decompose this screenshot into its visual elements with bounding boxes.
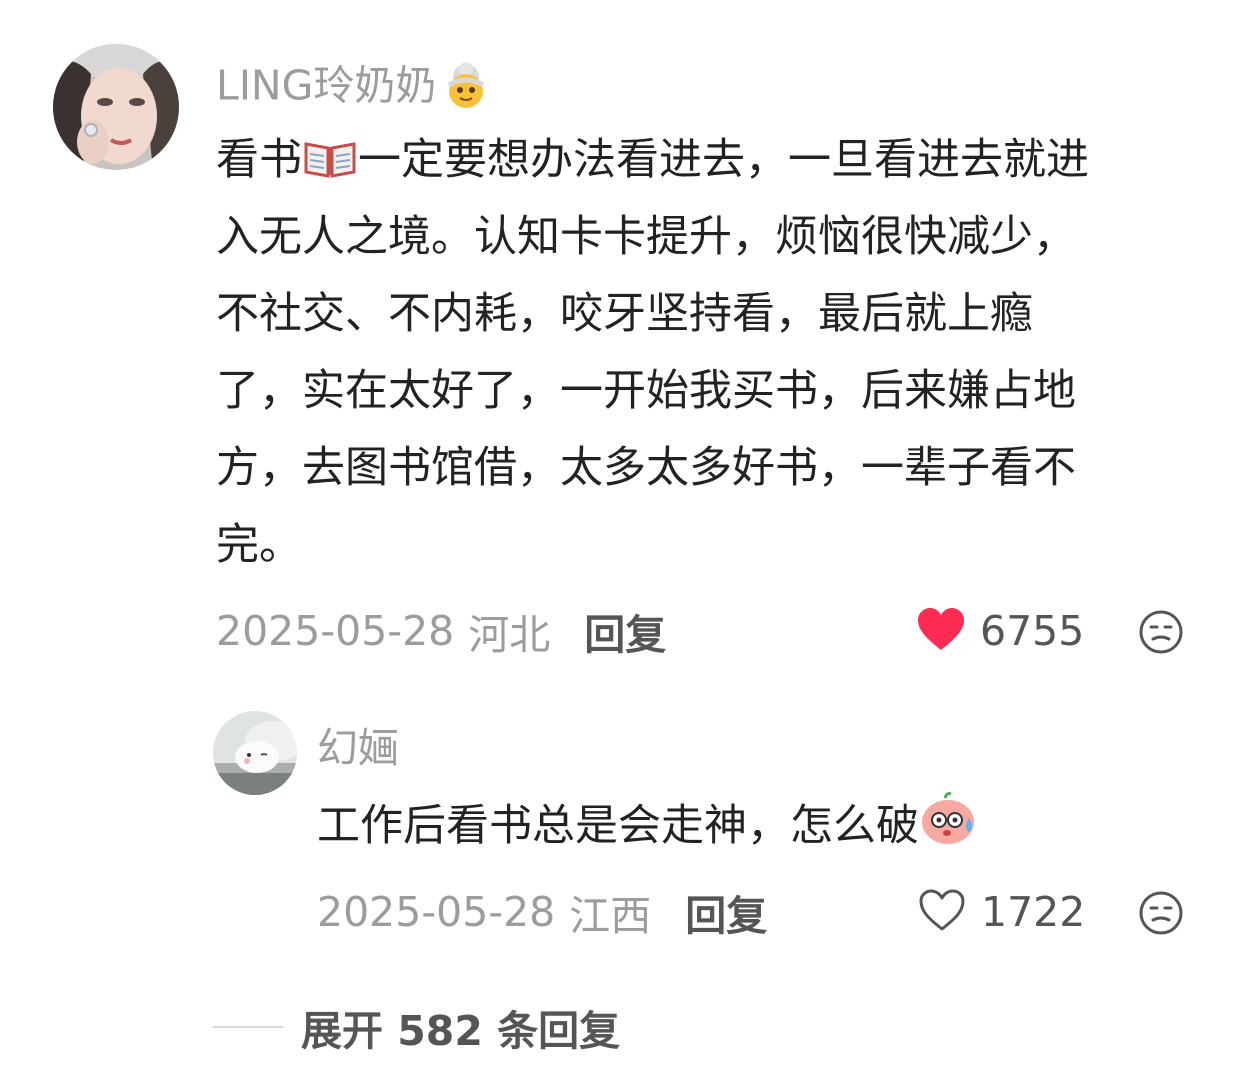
reply-meta-row: 2025-05-28 江西 回复 1722 xyxy=(317,887,1196,940)
reply-like-count: 1722 xyxy=(981,888,1086,936)
replier-avatar[interactable] xyxy=(213,711,297,795)
expand-divider xyxy=(213,1026,283,1028)
reply-location: 江西 xyxy=(569,892,652,940)
comment-line: 入无人之境。认知卡卡提升，烦恼很快减少， xyxy=(216,212,1076,262)
like-count: 6755 xyxy=(980,607,1085,655)
reply-body: 工作后看书总是会走神，怎么破 xyxy=(317,788,977,871)
comment-line: 不社交、不内耗，咬牙坚持看，最后就上瘾 xyxy=(216,289,1033,339)
comment-line: 方，去图书馆借，太多太多好书，一辈子看不 xyxy=(216,443,1076,493)
heart-filled-icon xyxy=(916,606,966,656)
sweating-face-emoji-icon xyxy=(919,790,977,871)
reply-body-text: 工作后看书总是会走神，怎么破 xyxy=(317,801,919,851)
reply-button[interactable]: 回复 xyxy=(584,601,666,661)
heart-outline-icon xyxy=(917,887,967,937)
commenter-username-text: LING玲奶奶 xyxy=(216,61,437,110)
comment-date: 2025-05-28 xyxy=(216,607,455,655)
comment-line: 完。 xyxy=(216,520,302,570)
commenter-username[interactable]: LING玲奶奶 xyxy=(216,59,492,118)
comment-line-text: 看书 xyxy=(216,135,302,185)
comment-body: 看书 一定要想办法看进去，一旦看进去就进 入无人之境。认知卡卡提升，烦恼很快减少… xyxy=(216,122,1089,584)
replier-username[interactable]: 幻婳 xyxy=(317,728,399,769)
reply-dislike-face-icon[interactable] xyxy=(1138,890,1184,940)
expand-replies-label: 展开 582 条回复 xyxy=(301,1007,621,1055)
reply-like-button[interactable]: 1722 xyxy=(917,887,1085,937)
expand-replies-button[interactable]: 展开 582 条回复 xyxy=(213,1002,620,1055)
comment-location: 河北 xyxy=(468,611,551,659)
comment-line-text: 一定要想办法看进去，一旦看进去就进 xyxy=(358,135,1089,185)
reply-date: 2025-05-28 xyxy=(317,888,556,936)
dislike-face-icon[interactable] xyxy=(1138,609,1184,659)
comment-line: 了，实在太好了，一开始我买书，后来嫌占地 xyxy=(216,366,1076,416)
like-button[interactable]: 6755 xyxy=(916,606,1084,656)
commenter-avatar[interactable] xyxy=(53,44,179,170)
reply-to-reply-button[interactable]: 回复 xyxy=(685,882,767,942)
comment-meta-row: 2025-05-28 河北 回复 6755 xyxy=(216,606,1196,659)
open-book-emoji-icon xyxy=(302,128,358,205)
comment-line: 看书 一定要想办法看进去，一旦看进去就进 xyxy=(216,122,1089,199)
older-woman-emoji-icon xyxy=(440,59,492,118)
